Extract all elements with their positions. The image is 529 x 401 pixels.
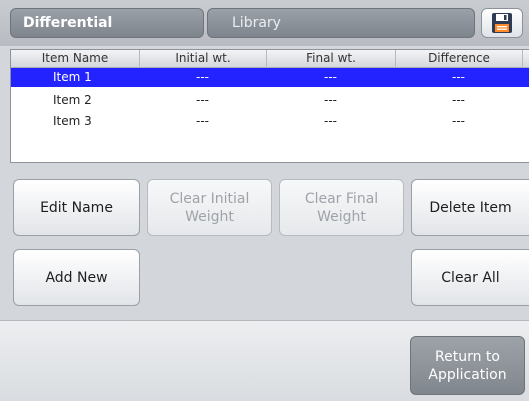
delete-item-button[interactable]: Delete Item (411, 179, 529, 236)
cell-final-wt: --- (324, 70, 337, 84)
cell-initial-wt: --- (196, 114, 209, 128)
header-extra-column (522, 50, 529, 68)
table-row[interactable]: Item 3 --- --- --- (11, 112, 529, 131)
header-item-name: Item Name (41, 51, 109, 65)
clear-initial-label-line1: Clear Initial (169, 190, 250, 207)
bottom-bar: Return to Application (0, 320, 529, 401)
items-table: Item Name Initial wt. Final wt. Differen… (10, 49, 529, 163)
clear-initial-weight-button[interactable]: Clear Initial Weight (147, 179, 272, 236)
table-header: Item Name Initial wt. Final wt. Differen… (11, 50, 529, 68)
clear-all-button[interactable]: Clear All (411, 249, 529, 306)
add-new-button[interactable]: Add New (13, 249, 140, 306)
add-new-label: Add New (45, 269, 108, 286)
cell-difference: --- (452, 70, 465, 84)
header-difference: Difference (395, 50, 522, 68)
cell-item-name: Item 1 (53, 70, 92, 84)
clear-initial-label-line2: Weight (185, 208, 234, 225)
clear-final-label-line1: Clear Final (304, 190, 379, 207)
delete-item-label: Delete Item (429, 199, 512, 216)
cell-initial-wt: --- (196, 70, 209, 84)
edit-name-button[interactable]: Edit Name (13, 179, 140, 236)
header-final-wt: Final wt. (266, 50, 395, 68)
return-to-application-button[interactable]: Return to Application (410, 336, 525, 395)
clear-all-label: Clear All (441, 269, 500, 286)
cell-item-name: Item 2 (53, 93, 92, 107)
cell-difference: --- (452, 114, 465, 128)
save-button[interactable] (481, 8, 523, 38)
floppy-disk-icon (492, 13, 512, 33)
cell-final-wt: --- (324, 93, 337, 107)
tab-library[interactable]: Library (207, 8, 475, 38)
tab-differential[interactable]: Differential (10, 8, 204, 38)
clear-final-weight-button[interactable]: Clear Final Weight (279, 179, 404, 236)
clear-final-label-line2: Weight (317, 208, 366, 225)
cell-initial-wt: --- (196, 93, 209, 107)
return-label-line1: Return to (435, 348, 500, 365)
cell-difference: --- (452, 93, 465, 107)
table-row[interactable]: Item 1 --- --- --- (11, 68, 529, 87)
cell-final-wt: --- (324, 114, 337, 128)
return-label-line2: Application (428, 366, 507, 383)
table-row[interactable]: Item 2 --- --- --- (11, 91, 529, 110)
cell-item-name: Item 3 (53, 114, 92, 128)
edit-name-label: Edit Name (40, 199, 113, 216)
top-bar: Differential Library (0, 0, 529, 46)
header-initial-wt: Initial wt. (139, 50, 266, 68)
